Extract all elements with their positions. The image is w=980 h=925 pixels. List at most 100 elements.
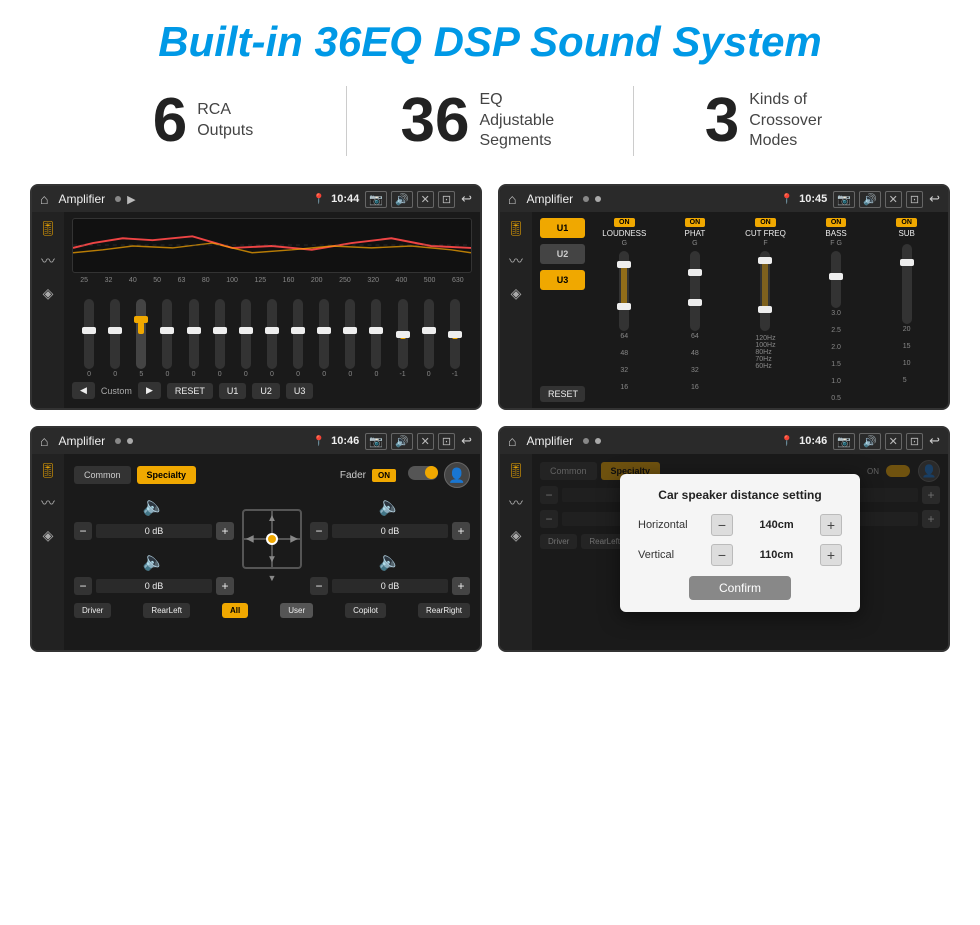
- fader-common-tab[interactable]: Common: [74, 466, 131, 484]
- fader-driver-button[interactable]: Driver: [74, 603, 111, 618]
- eq-slider-8[interactable]: 0: [267, 299, 277, 378]
- dist-home-icon[interactable]: ⌂: [508, 433, 516, 449]
- dialog-vertical-plus[interactable]: +: [820, 544, 842, 566]
- eq-u2-button[interactable]: U2: [252, 383, 280, 399]
- eq-close-icon[interactable]: ✕: [417, 191, 434, 208]
- fader-specialty-tab[interactable]: Specialty: [137, 466, 197, 484]
- cross-loudness-track[interactable]: [619, 251, 629, 331]
- cross-phat-on[interactable]: ON: [685, 218, 706, 227]
- eq-slider-15[interactable]: -1: [450, 299, 460, 378]
- eq-win-icon[interactable]: ⊡: [438, 191, 455, 208]
- fader-win-icon[interactable]: ⊡: [438, 433, 455, 450]
- fader-lr-minus[interactable]: −: [74, 577, 92, 595]
- cross-speaker-icon[interactable]: ◈: [511, 285, 522, 302]
- eq-slider-4[interactable]: 0: [162, 299, 172, 378]
- fader-speaker-icon[interactable]: ◈: [43, 527, 54, 544]
- cross-eq-icon[interactable]: 🎚: [507, 220, 525, 237]
- cross-loudness-on[interactable]: ON: [614, 218, 635, 227]
- cross-sub-on[interactable]: ON: [896, 218, 917, 227]
- dist-win-icon[interactable]: ⊡: [906, 433, 923, 450]
- cross-bass-track[interactable]: [831, 251, 841, 308]
- eq-slider-5[interactable]: 0: [189, 299, 199, 378]
- eq-eq-icon[interactable]: 🎚: [39, 220, 57, 237]
- dist-cam-icon[interactable]: 📷: [833, 433, 855, 450]
- cross-reset-button[interactable]: RESET: [540, 386, 585, 402]
- eq-slider-2[interactable]: 0: [110, 299, 120, 378]
- cross-back-icon[interactable]: ↩: [929, 191, 940, 207]
- eq-play-icon[interactable]: ▶: [127, 193, 135, 206]
- dist-wave-icon[interactable]: 〰: [509, 493, 523, 513]
- fader-rearright-button[interactable]: RearRight: [418, 603, 470, 618]
- fader-rr-minus[interactable]: −: [310, 577, 328, 595]
- eq-slider-11[interactable]: 0: [345, 299, 355, 378]
- dist-person-icon[interactable]: 👤: [918, 460, 940, 482]
- eq-slider-13[interactable]: -1: [398, 299, 408, 378]
- cross-phat-track[interactable]: [690, 251, 700, 331]
- cross-bass-on[interactable]: ON: [826, 218, 847, 227]
- fader-rf-minus[interactable]: −: [310, 522, 328, 540]
- dist-close-icon[interactable]: ✕: [885, 433, 902, 450]
- fader-copilot-button[interactable]: Copilot: [345, 603, 386, 618]
- eq-wave-icon[interactable]: 〰: [41, 251, 55, 271]
- cross-wave-icon[interactable]: 〰: [509, 251, 523, 271]
- fader-close-icon[interactable]: ✕: [417, 433, 434, 450]
- eq-vol-icon[interactable]: 🔊: [391, 191, 413, 208]
- fader-vol-icon[interactable]: 🔊: [391, 433, 413, 450]
- fader-lr-plus[interactable]: +: [216, 577, 234, 595]
- eq-u3-button[interactable]: U3: [286, 383, 314, 399]
- cross-cutfreq-on[interactable]: ON: [755, 218, 776, 227]
- fader-person-icon[interactable]: 👤: [444, 462, 470, 488]
- dist-back-icon[interactable]: ↩: [929, 433, 940, 449]
- fader-crosshair[interactable]: ▲ ▼ ◀ ▶: [242, 509, 302, 569]
- eq-slider-6[interactable]: 0: [215, 299, 225, 378]
- eq-u1-button[interactable]: U1: [219, 383, 247, 399]
- cross-u2-button[interactable]: U2: [540, 244, 585, 264]
- fader-home-icon[interactable]: ⌂: [40, 433, 48, 449]
- fader-lf-minus[interactable]: −: [74, 522, 92, 540]
- eq-back-icon[interactable]: ↩: [461, 191, 472, 207]
- fader-back-icon[interactable]: ↩: [461, 433, 472, 449]
- cross-cutfreq-track[interactable]: [760, 251, 770, 331]
- cross-u1-button[interactable]: U1: [540, 218, 585, 238]
- dialog-confirm-button[interactable]: Confirm: [689, 576, 791, 600]
- dialog-title: Car speaker distance setting: [638, 488, 842, 502]
- eq-slider-14[interactable]: 0: [424, 299, 434, 378]
- dist-status-dot: [583, 438, 589, 444]
- fader-lf-plus[interactable]: +: [216, 522, 234, 540]
- fader-rearleft-button[interactable]: RearLeft: [143, 603, 190, 618]
- fader-eq-icon[interactable]: 🎚: [39, 462, 57, 479]
- fader-cam-icon[interactable]: 📷: [365, 433, 387, 450]
- eq-next-button[interactable]: ▶: [138, 382, 161, 399]
- cross-u3-button[interactable]: U3: [540, 270, 585, 290]
- dist-vol-icon[interactable]: 🔊: [859, 433, 881, 450]
- fader-wave-icon[interactable]: 〰: [41, 493, 55, 513]
- eq-slider-1[interactable]: 0: [84, 299, 94, 378]
- dialog-vertical-minus[interactable]: −: [711, 544, 733, 566]
- fader-all-button[interactable]: All: [222, 603, 248, 618]
- fader-rr-plus[interactable]: +: [452, 577, 470, 595]
- dist-speaker-icon[interactable]: ◈: [511, 527, 522, 544]
- cross-vol-icon[interactable]: 🔊: [859, 191, 881, 208]
- dialog-horizontal-minus[interactable]: −: [711, 514, 733, 536]
- eq-slider-12[interactable]: 0: [371, 299, 381, 378]
- eq-reset-button[interactable]: RESET: [167, 383, 213, 399]
- eq-home-icon[interactable]: ⌂: [40, 191, 48, 207]
- eq-speaker-icon[interactable]: ◈: [43, 285, 54, 302]
- cross-win-icon[interactable]: ⊡: [906, 191, 923, 208]
- fader-rf-plus[interactable]: +: [452, 522, 470, 540]
- cross-close-icon[interactable]: ✕: [885, 191, 902, 208]
- dist-common-tab[interactable]: Common: [540, 462, 597, 480]
- dialog-horizontal-plus[interactable]: +: [820, 514, 842, 536]
- fader-user-button[interactable]: User: [280, 603, 313, 618]
- eq-slider-3[interactable]: 5: [136, 299, 146, 378]
- eq-prev-button[interactable]: ◀: [72, 382, 95, 399]
- fader-on-badge[interactable]: ON: [372, 469, 396, 482]
- cross-home-icon[interactable]: ⌂: [508, 191, 516, 207]
- eq-slider-9[interactable]: 0: [293, 299, 303, 378]
- cross-sub-track[interactable]: [902, 244, 912, 324]
- cross-cam-icon[interactable]: 📷: [833, 191, 855, 208]
- eq-slider-7[interactable]: 0: [241, 299, 251, 378]
- dist-eq-icon[interactable]: 🎚: [507, 462, 525, 479]
- eq-cam-icon[interactable]: 📷: [365, 191, 387, 208]
- eq-slider-10[interactable]: 0: [319, 299, 329, 378]
